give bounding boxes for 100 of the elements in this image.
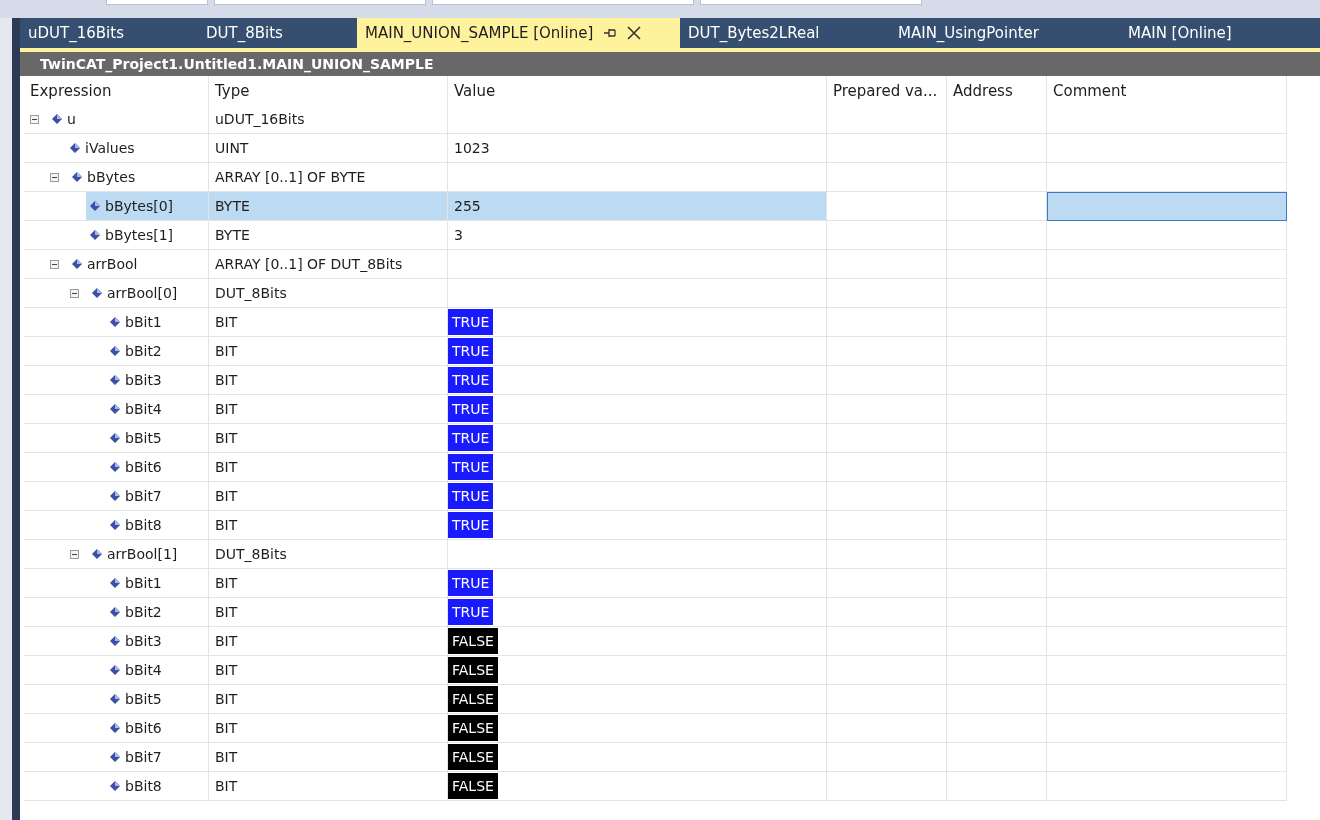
- value-text: 255: [453, 198, 481, 214]
- collapse-toggle[interactable]: [50, 259, 59, 269]
- editor-title: TwinCAT_Project1.Untitled1.MAIN_UNION_SAMPLE: [20, 52, 1320, 76]
- variable-icon: [92, 549, 102, 559]
- variable-icon: [72, 259, 82, 269]
- expression-text: bBit3: [124, 633, 162, 649]
- type-text: DUT_8Bits: [214, 546, 287, 562]
- type-text: ARRAY [0..1] OF BYTE: [214, 169, 366, 185]
- boolean-value: FALSE: [448, 686, 498, 712]
- boolean-value: FALSE: [448, 628, 498, 654]
- type-text: DUT_8Bits: [214, 285, 287, 301]
- type-text: BIT: [214, 691, 238, 707]
- collapse-toggle[interactable]: [70, 288, 79, 298]
- boolean-value: TRUE: [448, 570, 494, 596]
- type-text: BIT: [214, 343, 238, 359]
- expression-text: bBytes[1]: [104, 227, 173, 243]
- expression-text: bBit8: [124, 517, 162, 533]
- variable-icon: [52, 114, 62, 124]
- variable-icon: [70, 143, 80, 153]
- close-icon[interactable]: [627, 26, 642, 40]
- boolean-value: TRUE: [448, 367, 494, 393]
- document-tab[interactable]: MAIN_UNION_SAMPLE [Online]: [357, 18, 680, 48]
- expression-text: bBit4: [124, 662, 162, 678]
- variable-icon: [110, 375, 120, 385]
- type-text: BIT: [214, 575, 238, 591]
- variable-icon: [110, 462, 120, 472]
- expression-text: bBit1: [124, 575, 162, 591]
- boolean-value: TRUE: [448, 309, 494, 335]
- variable-icon: [110, 346, 120, 356]
- variable-icon: [110, 752, 120, 762]
- type-text: BIT: [214, 720, 238, 736]
- type-text: BIT: [214, 604, 238, 620]
- boolean-value: TRUE: [448, 512, 494, 538]
- expression-text: bBit5: [124, 691, 162, 707]
- collapse-toggle[interactable]: [50, 172, 59, 182]
- document-tab[interactable]: MAIN [Online]: [1120, 18, 1320, 48]
- boolean-value: FALSE: [448, 715, 498, 741]
- variable-icon: [90, 230, 100, 240]
- type-text: BIT: [214, 662, 238, 678]
- expression-text: bBit2: [124, 604, 162, 620]
- collapse-toggle[interactable]: [30, 114, 39, 124]
- expression-text: u: [66, 111, 76, 127]
- document-tab[interactable]: DUT_Bytes2LReal: [680, 18, 890, 48]
- type-text: BIT: [214, 488, 238, 504]
- expression-text: bBit3: [124, 372, 162, 388]
- type-text: BIT: [214, 778, 238, 794]
- expression-text: bBit1: [124, 314, 162, 330]
- expression-text: iValues: [84, 140, 135, 156]
- type-text: BIT: [214, 517, 238, 533]
- variable-icon: [72, 172, 82, 182]
- expression-text: bBit6: [124, 720, 162, 736]
- expression-text: bBit8: [124, 778, 162, 794]
- expression-text: bBytes[0]: [104, 198, 173, 214]
- type-text: BIT: [214, 749, 238, 765]
- type-text: uDUT_16Bits: [214, 111, 305, 127]
- value-text: 3: [453, 227, 463, 243]
- type-text: BYTE: [214, 227, 250, 243]
- variable-icon: [110, 781, 120, 791]
- boolean-value: FALSE: [448, 744, 498, 770]
- comment-field[interactable]: [1047, 192, 1287, 221]
- type-text: UINT: [214, 140, 249, 156]
- expression-text: arrBool[1]: [106, 546, 178, 562]
- variable-icon: [90, 201, 100, 211]
- variable-icon: [110, 433, 120, 443]
- variable-icon: [110, 520, 120, 530]
- document-tab[interactable]: MAIN_UsingPointer: [890, 18, 1120, 48]
- boolean-value: TRUE: [448, 454, 494, 480]
- boolean-value: TRUE: [448, 396, 494, 422]
- boolean-value: FALSE: [448, 657, 498, 683]
- variable-icon: [110, 317, 120, 327]
- expression-text: bBit2: [124, 343, 162, 359]
- document-tab[interactable]: uDUT_16Bits: [20, 18, 198, 48]
- type-text: BIT: [214, 372, 238, 388]
- boolean-value: TRUE: [448, 483, 494, 509]
- type-text: BYTE: [214, 198, 250, 214]
- variable-icon: [110, 636, 120, 646]
- expression-text: bBit7: [124, 749, 162, 765]
- expression-text: bBit6: [124, 459, 162, 475]
- variable-icon: [110, 578, 120, 588]
- expression-text: bBit5: [124, 430, 162, 446]
- variable-icon: [110, 694, 120, 704]
- document-tab[interactable]: DUT_8Bits: [198, 18, 357, 48]
- pin-icon[interactable]: [603, 27, 618, 39]
- type-text: ARRAY [0..1] OF DUT_8Bits: [214, 256, 403, 272]
- type-text: BIT: [214, 314, 238, 330]
- selected-row-highlight[interactable]: bBytes[0]: [86, 192, 208, 220]
- variable-icon: [110, 491, 120, 501]
- type-text: BIT: [214, 633, 238, 649]
- variable-icon: [110, 665, 120, 675]
- expression-text: bBit4: [124, 401, 162, 417]
- type-text: BIT: [214, 459, 238, 475]
- boolean-value: TRUE: [448, 425, 494, 451]
- expression-text: arrBool: [86, 256, 138, 272]
- collapse-toggle[interactable]: [70, 549, 79, 559]
- variable-icon: [92, 288, 102, 298]
- expression-text: bBit7: [124, 488, 162, 504]
- variable-icon: [110, 607, 120, 617]
- boolean-value: FALSE: [448, 773, 498, 799]
- boolean-value: TRUE: [448, 338, 494, 364]
- boolean-value: TRUE: [448, 599, 494, 625]
